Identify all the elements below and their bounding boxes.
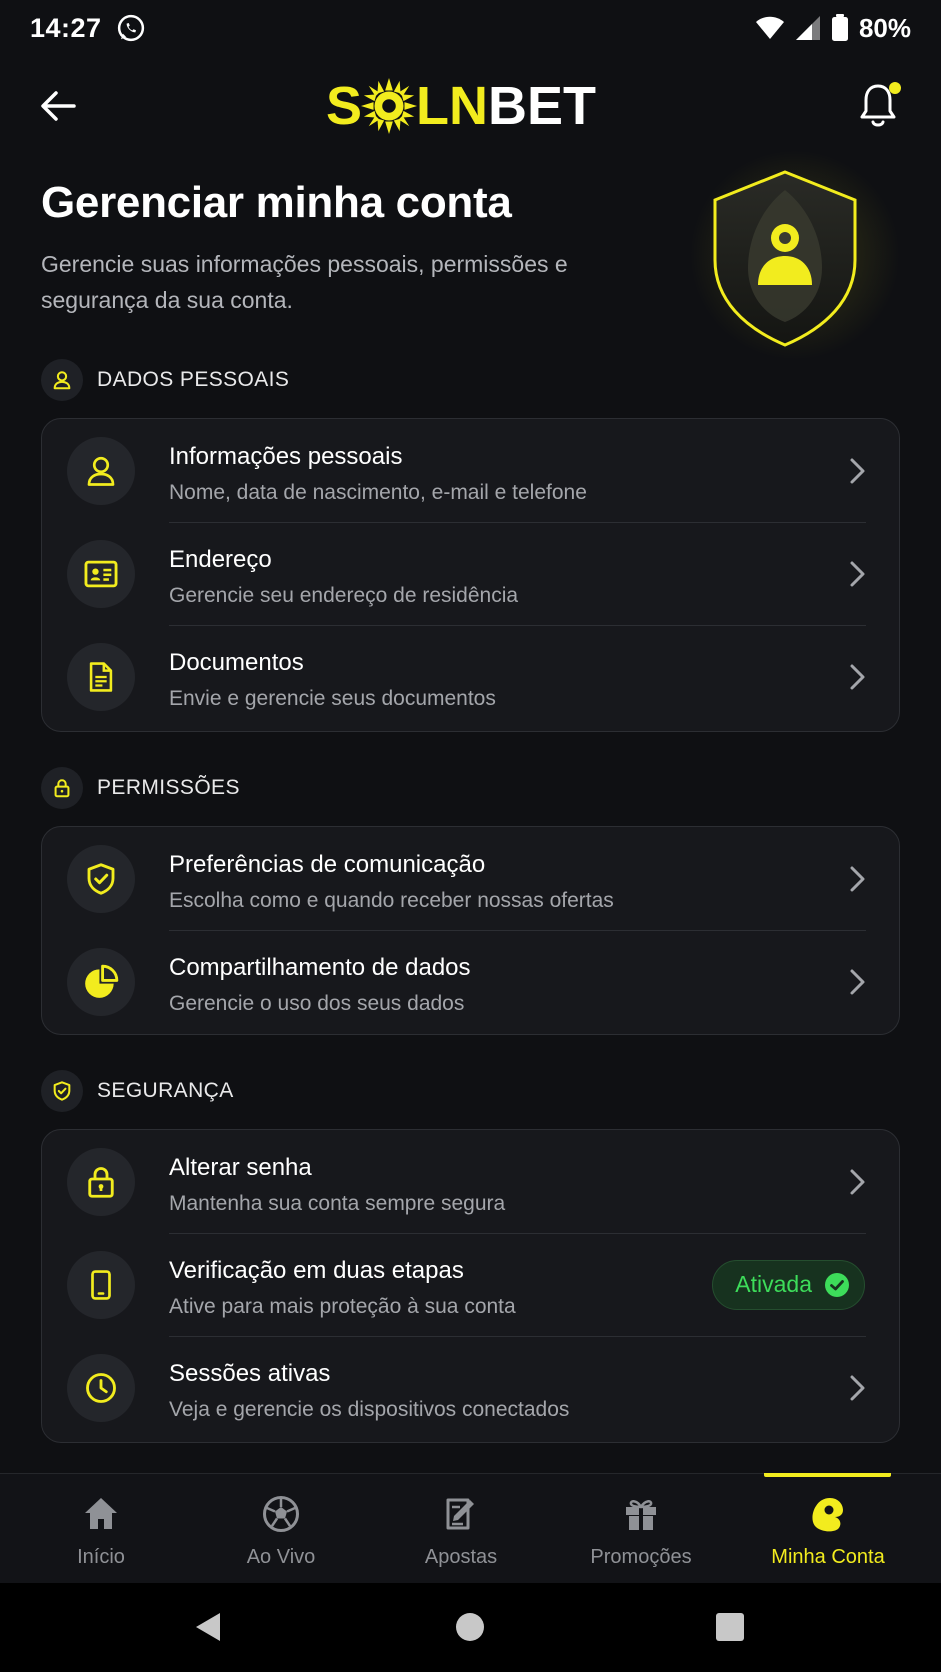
section-header-personal: DADOS PESSOAIS <box>41 358 289 402</box>
item-title: Compartilhamento de dados <box>169 954 471 981</box>
nav-label: Início <box>77 1546 125 1568</box>
bottom-navigation: Início Ao Vivo Apostas Promoções Minha C… <box>0 1473 941 1583</box>
item-title: Alterar senha <box>169 1154 312 1181</box>
list-item-data-sharing[interactable]: Compartilhamento de dados Gerencie o uso… <box>42 930 899 1033</box>
item-description: Gerencie o uso dos seus dados <box>169 992 465 1015</box>
signal-icon <box>795 16 820 40</box>
chevron-right-icon <box>850 969 865 994</box>
lock-icon <box>67 1147 135 1216</box>
page-title: Gerenciar minha conta <box>41 178 512 227</box>
user-icon <box>41 359 83 401</box>
list-item-communication-preferences[interactable]: Preferências de comunicação Escolha como… <box>42 827 899 930</box>
chevron-right-icon <box>850 866 865 891</box>
status-badge-label: Ativada <box>735 1271 812 1297</box>
check-circle-icon <box>825 1272 849 1297</box>
status-badge: Ativada <box>712 1259 865 1310</box>
list-item-change-password[interactable]: Alterar senha Mantenha sua conta sempre … <box>42 1130 899 1233</box>
nav-label: Apostas <box>424 1546 498 1568</box>
nav-item-live[interactable]: Ao Vivo <box>191 1474 371 1584</box>
id-card-icon <box>67 539 135 608</box>
item-description: Escolha como e quando receber nossas ofe… <box>169 889 614 912</box>
sun-logo-icon <box>360 77 418 135</box>
solnbet-logo: S LN BET <box>326 76 597 136</box>
item-title: Preferências de comunicação <box>169 851 486 878</box>
clock-icon <box>67 1353 135 1422</box>
section-label: SEGURANÇA <box>97 1079 234 1102</box>
shield-user-illustration <box>690 150 900 360</box>
section-header-permissions: PERMISSÕES <box>41 766 240 810</box>
nav-item-bets[interactable]: Apostas <box>371 1474 551 1584</box>
page-subtitle: Gerencie suas informações pessoais, perm… <box>41 251 568 313</box>
security-card: Alterar senha Mantenha sua conta sempre … <box>41 1129 900 1443</box>
status-time: 14:27 <box>30 12 102 43</box>
home-icon <box>85 1498 117 1529</box>
item-title: Verificação em duas etapas <box>169 1257 464 1284</box>
item-description: Veja e gerencie os dispositivos conectad… <box>169 1398 570 1421</box>
phone-icon <box>67 1250 135 1319</box>
item-title: Endereço <box>169 546 272 573</box>
nav-label: Promoções <box>590 1546 692 1568</box>
item-description: Envie e gerencie seus documentos <box>169 687 496 710</box>
nav-label: Ao Vivo <box>246 1546 316 1568</box>
battery-icon <box>831 14 848 41</box>
back-arrow-icon[interactable] <box>36 84 80 128</box>
chevron-right-icon <box>850 664 865 689</box>
system-home-icon[interactable] <box>452 1609 488 1645</box>
soccer-ball-icon <box>263 1496 299 1532</box>
permissions-card: Preferências de comunicação Escolha como… <box>41 826 900 1035</box>
gift-icon <box>626 1500 656 1530</box>
whatsapp-icon <box>117 14 144 42</box>
bet-slip-icon <box>446 1498 474 1530</box>
battery-percent: 80% <box>858 12 911 43</box>
shield-check-icon <box>67 844 135 913</box>
chevron-right-icon <box>850 1375 865 1400</box>
list-item-personal-info[interactable]: Informações pessoais Nome, data de nasci… <box>42 419 899 522</box>
nav-item-my-account[interactable]: Minha Conta <box>738 1474 918 1584</box>
section-label: PERMISSÕES <box>97 776 240 799</box>
item-description: Gerencie seu endereço de residência <box>169 584 519 607</box>
lock-icon <box>41 767 83 809</box>
app-header: S LN BET <box>0 62 941 150</box>
account-icon <box>812 1498 843 1532</box>
chevron-right-icon <box>850 458 865 483</box>
list-item-two-step-verification[interactable]: Verificação em duas etapas Ative para ma… <box>42 1233 899 1336</box>
pie-chart-icon <box>67 947 135 1016</box>
nav-item-home[interactable]: Início <box>11 1474 191 1584</box>
nav-label: Minha Conta <box>771 1546 885 1568</box>
status-bar: 14:27 80% <box>0 0 941 56</box>
item-description: Nome, data de nascimento, e-mail e telef… <box>169 481 587 504</box>
chevron-right-icon <box>850 1169 865 1194</box>
personal-data-card: Informações pessoais Nome, data de nasci… <box>41 418 900 732</box>
item-description: Ative para mais proteção à sua conta <box>169 1295 516 1318</box>
notification-bell-icon[interactable] <box>857 80 903 130</box>
chevron-right-icon <box>850 561 865 586</box>
item-title: Documentos <box>169 649 304 676</box>
system-recents-icon[interactable] <box>712 1609 748 1645</box>
shield-check-icon <box>41 1070 83 1112</box>
nav-item-promotions[interactable]: Promoções <box>551 1474 731 1584</box>
document-icon <box>67 642 135 711</box>
item-title: Informações pessoais <box>169 443 403 470</box>
system-navigation-bar <box>0 1583 941 1672</box>
section-label: DADOS PESSOAIS <box>97 368 290 391</box>
system-back-icon[interactable] <box>190 1609 226 1645</box>
item-description: Mantenha sua conta sempre segura <box>169 1192 506 1215</box>
item-title: Sessões ativas <box>169 1360 331 1387</box>
section-header-security: SEGURANÇA <box>41 1069 234 1113</box>
user-icon <box>67 436 135 505</box>
list-item-active-sessions[interactable]: Sessões ativas Veja e gerencie os dispos… <box>42 1336 899 1439</box>
wifi-icon <box>755 16 784 39</box>
list-item-address[interactable]: Endereço Gerencie seu endereço de residê… <box>42 522 899 625</box>
list-item-documents[interactable]: Documentos Envie e gerencie seus documen… <box>42 625 899 728</box>
